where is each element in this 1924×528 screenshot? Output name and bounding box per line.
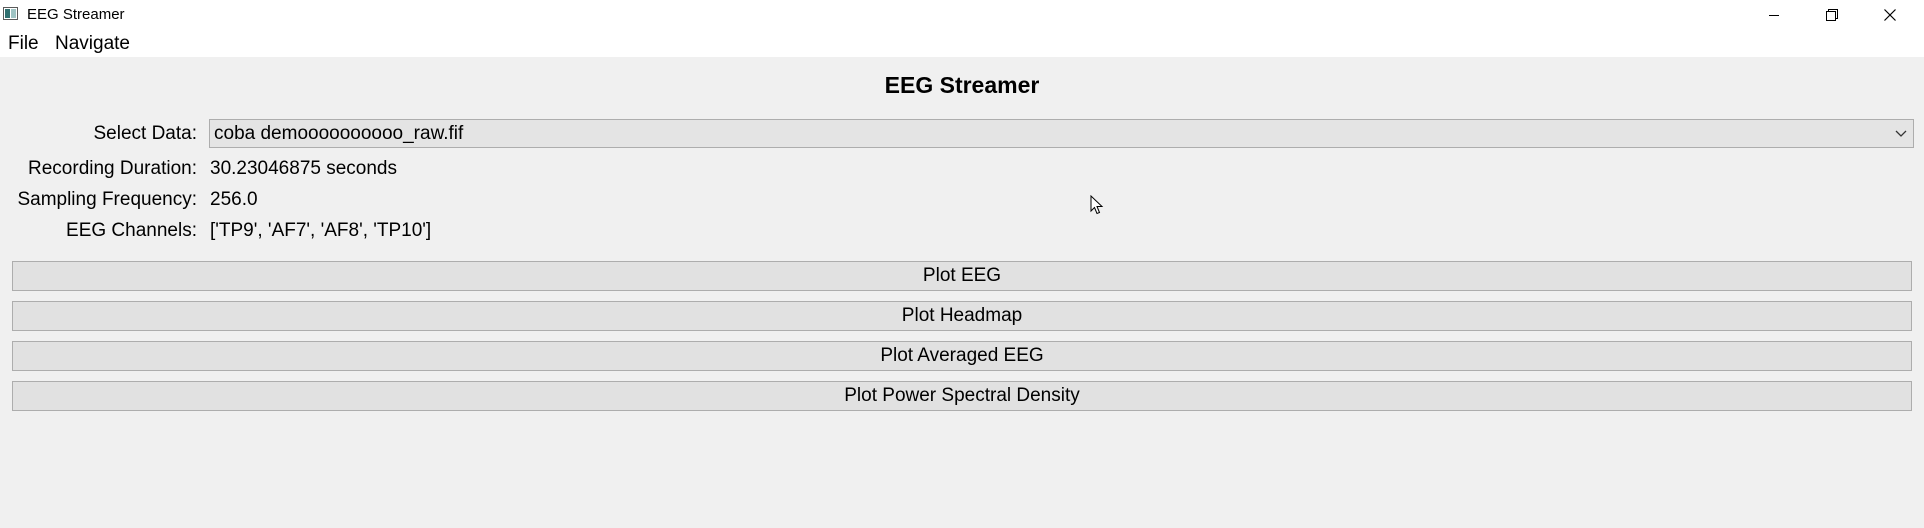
plot-psd-button[interactable]: Plot Power Spectral Density — [12, 381, 1912, 411]
recording-duration-value: 30.23046875 seconds — [210, 158, 397, 179]
minimize-icon — [1769, 14, 1779, 16]
eeg-channels-value: ['TP9', 'AF7', 'AF8', 'TP10'] — [210, 220, 432, 241]
title-bar[interactable]: EEG Streamer — [0, 0, 1924, 29]
close-button[interactable] — [1861, 0, 1919, 29]
app-window-icon — [3, 7, 18, 20]
plot-averaged-eeg-button[interactable]: Plot Averaged EEG — [12, 341, 1912, 371]
select-data-label: Select Data: — [93, 123, 198, 144]
page-title: EEG Streamer — [884, 72, 1040, 98]
eeg-channels-label: EEG Channels: — [66, 220, 197, 241]
eeg-streamer-window: EEG Streamer File Navigate EEG Streamer … — [0, 0, 1924, 528]
main-content: EEG Streamer Select Data: coba demoooooo… — [0, 57, 1924, 528]
restore-icon — [1826, 8, 1838, 21]
restore-button[interactable] — [1803, 0, 1861, 29]
window-title: EEG Streamer — [27, 6, 125, 23]
close-icon — [1884, 8, 1896, 21]
menu-navigate[interactable]: Navigate — [55, 33, 130, 55]
sampling-frequency-label: Sampling Frequency: — [17, 189, 197, 210]
menu-file[interactable]: File — [8, 33, 39, 55]
plot-headmap-button[interactable]: Plot Headmap — [12, 301, 1912, 331]
select-data-value: coba demoooooooooo_raw.fif — [214, 123, 464, 144]
recording-duration-label: Recording Duration: — [28, 158, 197, 179]
mouse-cursor-icon — [1090, 195, 1104, 215]
minimize-button[interactable] — [1745, 0, 1803, 29]
chevron-down-icon — [1895, 130, 1907, 137]
menu-bar: File Navigate — [0, 29, 1924, 57]
select-data-dropdown[interactable]: coba demoooooooooo_raw.fif — [209, 119, 1914, 148]
plot-eeg-button[interactable]: Plot EEG — [12, 261, 1912, 291]
sampling-frequency-value: 256.0 — [210, 189, 258, 210]
